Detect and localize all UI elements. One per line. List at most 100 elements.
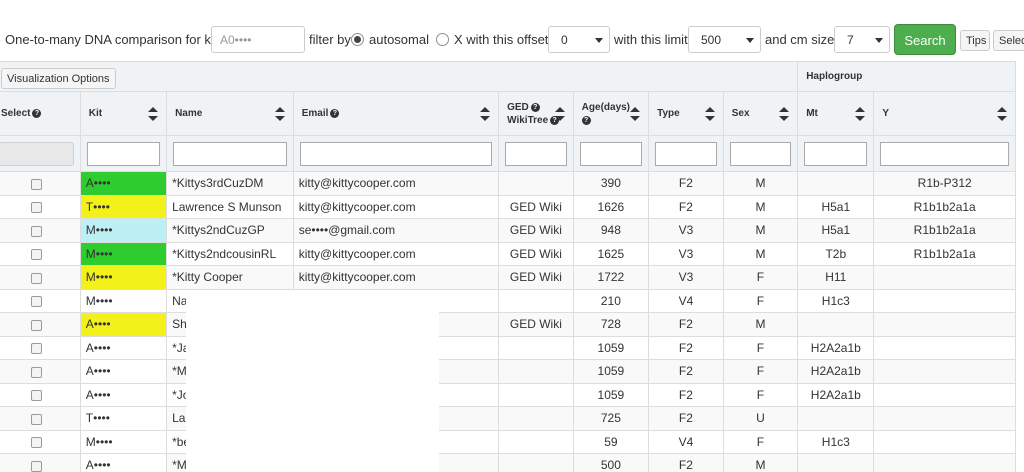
cell-age: 1626 [572,194,650,219]
table-row[interactable]: A••••*Jo••••klu••••••1059F2FH2A2a1b [0,382,1016,407]
cell-ged-wiki[interactable] [498,335,574,360]
table-row[interactable]: A••••*Ja••••klu••••••1059F2FH2A2a1b [0,335,1016,360]
row-select-checkbox[interactable] [30,225,42,237]
cell-ged-wiki[interactable]: GED Wiki [498,218,574,243]
row-select-checkbox[interactable] [30,366,42,378]
cell-ged-wiki[interactable] [498,288,574,313]
col-header-mt-label: Mt [806,108,818,119]
cell-ged-wiki[interactable] [498,406,574,431]
table-row[interactable]: T•••• Lawrence S Munson kitty@kittycooper.… [0,194,1016,219]
sex-filter-input[interactable] [729,141,792,166]
cell-ged-wiki[interactable] [498,359,574,384]
cell-ged-wiki[interactable] [498,382,574,407]
sort-icon[interactable] [554,106,565,121]
chevron-down-icon [595,38,603,43]
help-icon[interactable]: ? [330,109,340,118]
cell-mt [797,453,875,472]
filter-label: filter by [309,32,351,47]
table-row[interactable]: A••••*M••••klu••••••1059F2FH2A2a1b [0,359,1016,384]
cell-select [0,312,81,337]
cm-size-select[interactable]: 7 [834,26,890,53]
row-select-checkbox[interactable] [30,202,42,214]
cell-select [0,382,81,407]
row-select-checkbox[interactable] [30,296,42,308]
cell-mt: H5a1 [797,218,875,243]
x-offset-radio[interactable] [436,33,449,46]
cell-sex: M [722,241,799,266]
sort-icon[interactable] [997,106,1007,121]
row-select-checkbox[interactable] [30,272,42,284]
col-header-name[interactable]: Name [166,91,294,136]
mt-filter-input[interactable] [804,141,868,166]
sort-icon[interactable] [630,106,641,121]
row-select-checkbox[interactable] [30,413,42,425]
cell-select [0,241,81,266]
kit-number-input[interactable] [211,26,305,53]
col-header-sex[interactable]: Sex [722,91,799,136]
table-row[interactable]: M•••• *Kittys2ndcousinRL kitty@kittycooper… [0,241,1016,266]
cell-ged-wiki[interactable] [498,453,574,472]
col-header-email[interactable]: Email? [292,91,500,136]
email-filter-input[interactable] [299,141,493,166]
ged-filter-input[interactable] [505,141,567,166]
row-select-checkbox[interactable] [30,249,42,261]
cell-select [0,288,81,313]
table-row[interactable]: A•••• *Kittys3rdCuzDM kitty@kittycooper.co… [0,171,1016,196]
cell-ged-wiki[interactable]: GED Wiki [498,265,574,290]
table-row[interactable]: M•••• *Kittys2ndCuzGP se••••@gmail.com GED … [0,218,1016,243]
search-bar: One-to-many DNA comparison for kit filte… [0,21,1024,57]
kit-filter-input[interactable] [86,141,161,166]
table-row[interactable]: A••••Shipley J Munsonki•••••••GED Wiki72… [0,312,1016,337]
select-button[interactable]: Select [993,30,1024,51]
row-select-checkbox[interactable] [30,178,42,190]
col-header-y[interactable]: Y [873,91,1016,136]
row-select-checkbox[interactable] [30,460,42,472]
type-filter-input[interactable] [655,141,717,166]
help-icon[interactable]: ? [581,115,591,125]
cell-kit: A•••• [79,382,168,407]
cell-ged-wiki[interactable]: GED Wiki [498,312,574,337]
col-header-select[interactable]: Select? [0,91,81,136]
sort-icon[interactable] [480,106,491,121]
table-row[interactable]: A••••*M••••m••••••500F2M [0,453,1016,472]
col-header-mt[interactable]: Mt [797,91,875,136]
autosomal-radio[interactable] [351,33,364,46]
sort-icon[interactable] [779,106,790,121]
cell-ged-wiki[interactable]: GED Wiki [498,194,574,219]
table-row[interactable]: M••••Na••••••••na••••••••••210V4FH1c3 [0,288,1016,313]
cell-age: 948 [572,218,650,243]
limit-select[interactable]: 500 [688,26,761,53]
cell-ged-wiki[interactable] [498,171,574,196]
col-header-type[interactable]: Type [648,91,724,136]
sort-icon[interactable] [855,106,866,121]
cell-select [0,218,81,243]
sort-icon[interactable] [704,106,715,121]
cell-ged-wiki[interactable]: GED Wiki [498,241,574,266]
sort-icon[interactable] [274,106,285,121]
age-filter-input[interactable] [579,141,643,166]
row-select-checkbox[interactable] [30,437,42,449]
col-header-ged[interactable]: GED? WikiTree? [498,91,574,136]
col-header-age[interactable]: Age(days) ? [572,91,650,136]
cell-sex: M [722,171,799,196]
cell-mt: H2A2a1b [797,335,875,360]
cell-y: R1b1b2a1a [873,194,1016,219]
visualization-options-button[interactable]: Visualization Options [1,67,116,89]
offset-select[interactable]: 0 [548,26,610,53]
col-header-kit[interactable]: Kit [79,91,168,136]
tips-button[interactable]: Tips [960,30,990,51]
cell-ged-wiki[interactable] [498,429,574,454]
row-select-checkbox[interactable] [30,390,42,402]
help-icon[interactable]: ? [32,109,42,118]
name-filter-input[interactable] [173,141,287,166]
table-row[interactable]: T••••Lau••••ge••••••725F2U [0,406,1016,431]
y-filter-input[interactable] [880,141,1009,166]
sort-icon[interactable] [148,106,159,121]
cell-y [873,406,1016,431]
row-select-checkbox[interactable] [30,343,42,355]
table-row[interactable]: M•••• *Kitty Cooper kitty@kittycooper.com G… [0,265,1016,290]
search-button[interactable]: Search [894,24,956,55]
help-icon[interactable]: ? [530,102,540,112]
row-select-checkbox[interactable] [30,319,42,331]
table-row[interactable]: M••••*be••••bv••••••59V4FH1c3 [0,429,1016,454]
